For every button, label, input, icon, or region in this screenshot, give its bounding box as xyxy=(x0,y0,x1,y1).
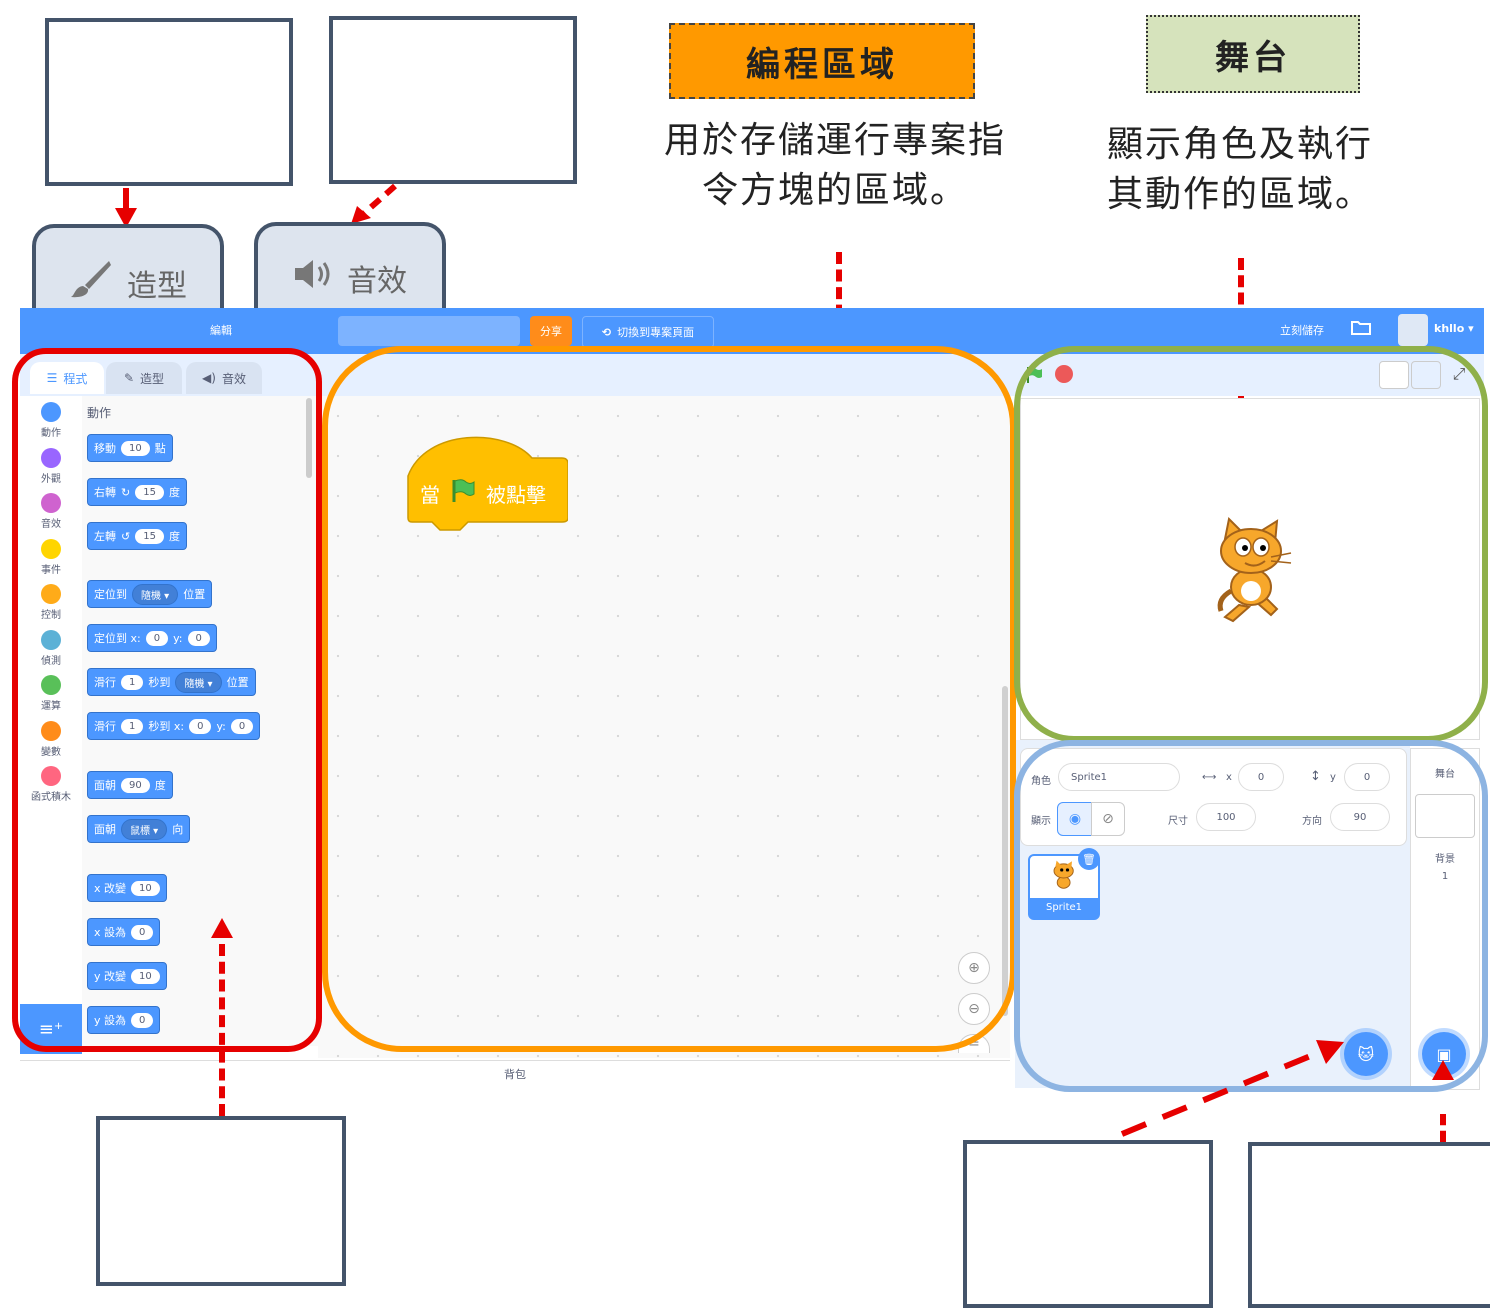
palette-dashed-line xyxy=(219,944,225,1116)
brush-icon xyxy=(69,259,113,307)
see-project-page-button[interactable]: ⟲ 切換到專案頁面 xyxy=(582,316,714,348)
coding-area-desc-line1: 用於存儲運行專案指 xyxy=(663,120,1006,161)
edit-menu[interactable]: 編輯 xyxy=(210,322,232,338)
see-project-page-label: 切換到專案頁面 xyxy=(617,326,695,339)
speaker-icon xyxy=(293,258,333,298)
share-button[interactable]: 分享 xyxy=(530,316,572,346)
remix-icon: ⟲ xyxy=(601,325,612,339)
backpack-label: 背包 xyxy=(504,1068,526,1081)
blank-answer-box-add-sprite xyxy=(963,1140,1213,1308)
blank-answer-box-palette xyxy=(96,1116,346,1286)
username-text: khllo xyxy=(1434,322,1465,335)
coding-area-desc-line2: 令方塊的區域。 xyxy=(701,170,968,211)
blank-answer-box-sounds xyxy=(329,16,577,184)
save-now-button[interactable]: 立刻儲存 xyxy=(1280,322,1324,338)
sprite-button-diagonal-arrow xyxy=(1120,1040,1344,1137)
backdrop-dashed-line xyxy=(1440,1114,1446,1142)
backdrop-arrow-head xyxy=(1432,1060,1454,1080)
callout-sounds-label: 音效 xyxy=(347,264,407,299)
callout-costumes-label: 造型 xyxy=(127,269,187,304)
username[interactable]: khllo ▾ xyxy=(1434,322,1474,335)
stage-title: 舞台 xyxy=(1146,15,1360,93)
backpack-bar[interactable]: 背包 xyxy=(20,1060,1010,1089)
orange-highlight-frame xyxy=(322,346,1016,1052)
stage-desc-line1: 顯示角色及執行 xyxy=(1106,124,1373,165)
stage-desc-line2: 其動作的區域。 xyxy=(1106,174,1373,215)
avatar[interactable] xyxy=(1398,314,1428,346)
project-title-input[interactable] xyxy=(338,316,520,346)
folder-icon[interactable] xyxy=(1350,318,1372,336)
coding-area-title: 編程區域 xyxy=(669,23,975,99)
coding-area-description: 用於存儲運行專案指 令方塊的區域。 xyxy=(640,116,1030,216)
green-highlight-frame xyxy=(1014,346,1488,742)
blank-answer-box-add-backdrop xyxy=(1248,1142,1490,1308)
blank-answer-box-costumes xyxy=(45,18,293,186)
palette-arrow-head xyxy=(211,918,233,938)
red-highlight-frame xyxy=(12,348,322,1052)
stage-description: 顯示角色及執行 其動作的區域。 xyxy=(1090,120,1390,220)
